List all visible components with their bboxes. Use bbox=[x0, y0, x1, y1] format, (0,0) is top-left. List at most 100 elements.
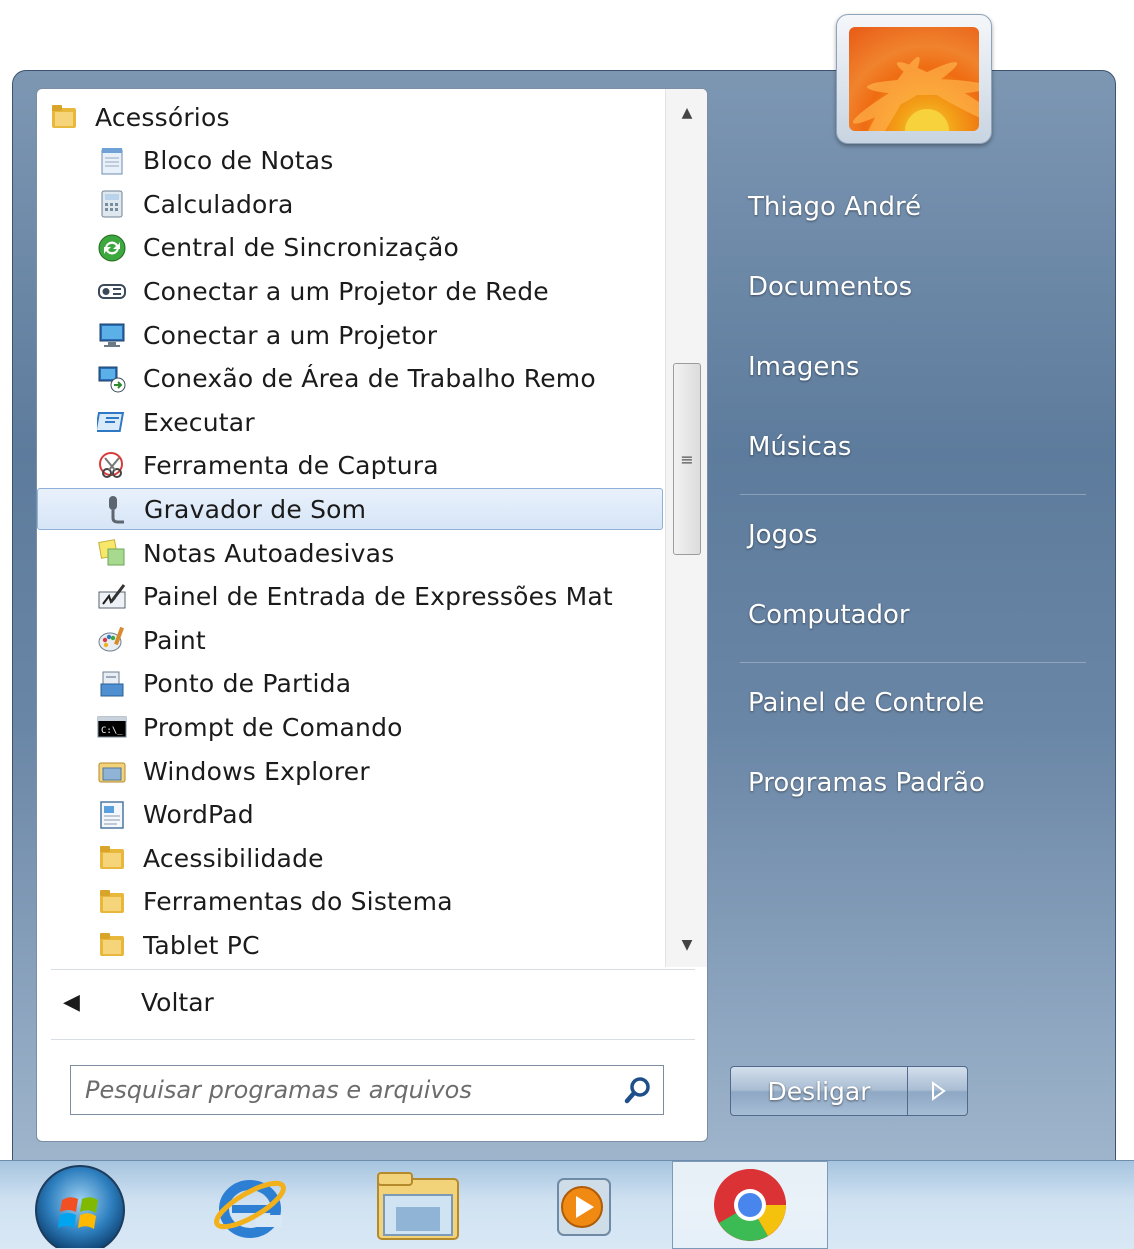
program-item[interactable]: Gravador de Som bbox=[37, 488, 663, 531]
user-name-link[interactable]: Thiago André bbox=[748, 192, 921, 222]
program-folder-item[interactable]: Acessórios bbox=[37, 96, 663, 138]
program-item[interactable]: Executar bbox=[37, 401, 663, 443]
program-item[interactable]: Notas Autoadesivas bbox=[37, 532, 663, 574]
program-label: Prompt de Comando bbox=[143, 712, 403, 742]
games-link[interactable]: Jogos bbox=[748, 520, 818, 550]
program-item[interactable]: Conexão de Área de Trabalho Remo bbox=[37, 358, 663, 400]
program-item[interactable]: Conectar a um Projetor de Rede bbox=[37, 270, 663, 312]
program-label: Acessibilidade bbox=[143, 843, 324, 873]
remote-desktop-icon bbox=[95, 362, 129, 396]
snipping-tool-icon bbox=[95, 449, 129, 483]
program-item[interactable]: Ferramenta de Captura bbox=[37, 445, 663, 487]
program-label: Painel de Entrada de Expressões Mat bbox=[143, 582, 613, 612]
search-input[interactable] bbox=[71, 1066, 613, 1114]
windows-explorer-button[interactable] bbox=[368, 1161, 468, 1249]
computer-link[interactable]: Computador bbox=[748, 600, 910, 630]
scroll-up-icon[interactable]: ▲ bbox=[666, 93, 707, 133]
program-item[interactable]: Calculadora bbox=[37, 183, 663, 225]
music-link[interactable]: Músicas bbox=[748, 432, 851, 462]
program-label: Ferramenta de Captura bbox=[143, 451, 439, 481]
microphone-icon bbox=[96, 492, 130, 526]
network-projector-icon bbox=[95, 274, 129, 308]
shutdown-button[interactable]: Desligar bbox=[730, 1066, 908, 1116]
explorer-folder-icon bbox=[95, 754, 129, 788]
search-box[interactable] bbox=[70, 1065, 664, 1115]
start-orb-icon bbox=[35, 1165, 125, 1248]
default-programs-link[interactable]: Programas Padrão bbox=[748, 768, 985, 798]
program-item[interactable]: Conectar a um Projetor bbox=[37, 314, 663, 356]
back-label: Voltar bbox=[141, 987, 214, 1017]
calculator-icon bbox=[95, 187, 129, 221]
windows-explorer-icon bbox=[377, 1172, 459, 1240]
program-item[interactable]: Central de Sincronização bbox=[37, 227, 663, 269]
notepad-icon bbox=[95, 144, 129, 178]
internet-explorer-button[interactable] bbox=[200, 1161, 300, 1249]
folder-icon bbox=[95, 841, 129, 875]
shutdown-group: Desligar bbox=[730, 1066, 968, 1116]
program-item[interactable]: Paint bbox=[37, 619, 663, 661]
program-item[interactable]: Painel de Entrada de Expressões Mat bbox=[37, 576, 663, 618]
program-label: Gravador de Som bbox=[144, 494, 367, 524]
program-label: Bloco de Notas bbox=[143, 146, 334, 176]
search-icon[interactable] bbox=[613, 1075, 663, 1105]
command-prompt-icon: C:\_ bbox=[95, 710, 129, 744]
paint-icon bbox=[95, 623, 129, 657]
program-folder-item[interactable]: Ferramentas do Sistema bbox=[37, 881, 663, 923]
wordpad-icon bbox=[95, 798, 129, 832]
program-item[interactable]: Bloco de Notas bbox=[37, 140, 663, 182]
right-separator bbox=[740, 494, 1086, 495]
folder-icon bbox=[95, 885, 129, 919]
run-icon bbox=[95, 405, 129, 439]
program-label: Tablet PC bbox=[143, 930, 260, 960]
program-label: Central de Sincronização bbox=[143, 233, 459, 263]
user-picture-flower bbox=[849, 27, 979, 131]
programs-list: Acessórios Bloco de Notas Calculadora Centr… bbox=[37, 89, 665, 967]
program-label: Acessórios bbox=[95, 102, 230, 132]
programs-scrollbar[interactable]: ▲ ≡ ▼ bbox=[665, 89, 707, 967]
search-divider bbox=[51, 1039, 695, 1040]
projector-icon bbox=[95, 318, 129, 352]
program-item[interactable]: WordPad bbox=[37, 794, 663, 836]
list-divider bbox=[51, 969, 695, 970]
program-label: Ferramentas do Sistema bbox=[143, 887, 453, 917]
math-input-icon bbox=[95, 580, 129, 614]
program-item[interactable]: Windows Explorer bbox=[37, 750, 663, 792]
right-separator bbox=[740, 662, 1086, 663]
sync-center-icon bbox=[95, 231, 129, 265]
folder-icon bbox=[95, 928, 129, 962]
media-player-button[interactable] bbox=[532, 1161, 632, 1249]
program-label: Windows Explorer bbox=[143, 756, 370, 786]
internet-explorer-icon bbox=[214, 1180, 286, 1238]
program-label: Calculadora bbox=[143, 189, 294, 219]
chevron-right-icon bbox=[931, 1081, 946, 1101]
program-label: Executar bbox=[143, 407, 255, 437]
back-arrow-icon: ◀ bbox=[63, 989, 80, 1015]
scroll-down-icon[interactable]: ▼ bbox=[666, 925, 707, 965]
svg-text:C:\_: C:\_ bbox=[101, 726, 123, 736]
documents-link[interactable]: Documentos bbox=[748, 272, 912, 302]
pictures-link[interactable]: Imagens bbox=[748, 352, 859, 382]
program-label: Paint bbox=[143, 625, 206, 655]
programs-pane: Acessórios Bloco de Notas Calculadora Centr… bbox=[36, 88, 708, 1142]
sticky-notes-icon bbox=[95, 536, 129, 570]
program-folder-item[interactable]: Tablet PC bbox=[37, 924, 663, 966]
program-item[interactable]: C:\_ Prompt de Comando bbox=[37, 706, 663, 748]
start-button[interactable] bbox=[30, 1161, 130, 1249]
user-picture-frame[interactable] bbox=[836, 14, 992, 144]
media-player-icon bbox=[557, 1178, 611, 1236]
program-item[interactable]: Ponto de Partida bbox=[37, 663, 663, 705]
back-button[interactable]: ◀ Voltar bbox=[37, 973, 707, 1031]
scroll-thumb[interactable]: ≡ bbox=[673, 363, 701, 555]
program-label: Conectar a um Projetor bbox=[143, 320, 438, 350]
getting-started-icon bbox=[95, 667, 129, 701]
program-label: WordPad bbox=[143, 800, 254, 830]
chrome-button[interactable] bbox=[672, 1161, 828, 1249]
control-panel-link[interactable]: Painel de Controle bbox=[748, 688, 984, 718]
chrome-icon bbox=[714, 1169, 786, 1241]
program-folder-item[interactable]: Acessibilidade bbox=[37, 837, 663, 879]
folder-icon bbox=[47, 100, 81, 134]
program-label: Ponto de Partida bbox=[143, 669, 352, 699]
taskbar bbox=[0, 1160, 1134, 1249]
shutdown-options-button[interactable] bbox=[908, 1066, 968, 1116]
program-label: Conectar a um Projetor de Rede bbox=[143, 276, 549, 306]
